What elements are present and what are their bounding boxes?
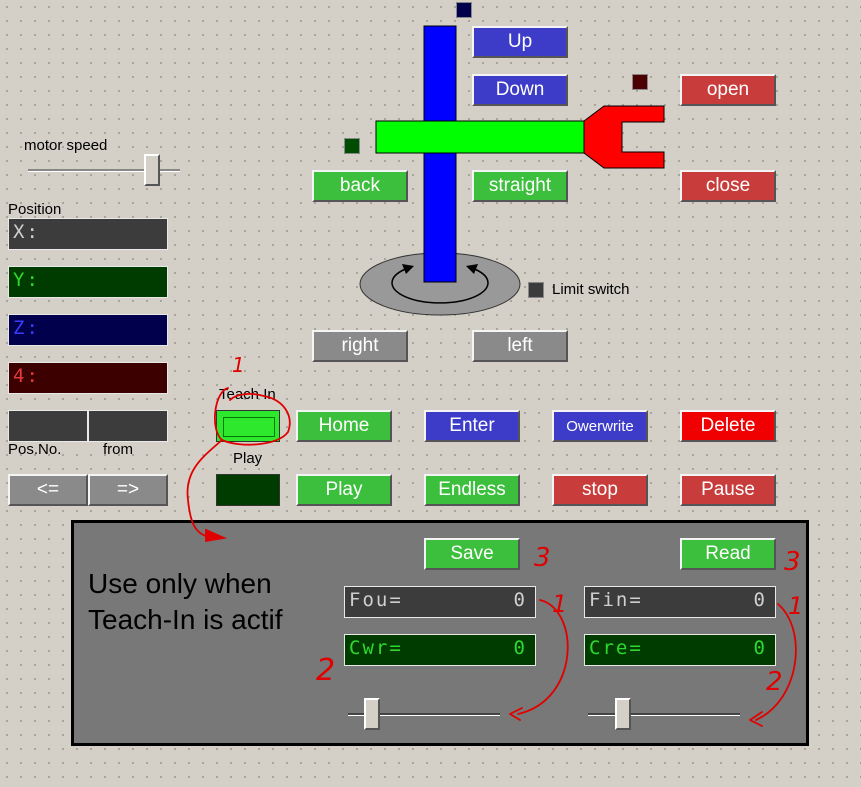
straight-button[interactable]: straight xyxy=(472,170,568,202)
open-gripper-button[interactable]: open xyxy=(680,74,776,106)
fin-value: 0 xyxy=(753,589,767,611)
from-display xyxy=(88,410,168,442)
right-slider-track[interactable] xyxy=(588,713,740,716)
read-button[interactable]: Read xyxy=(680,538,776,570)
panel-note-line1: Use only when xyxy=(88,568,272,599)
teach-in-label: Teach In xyxy=(219,386,276,403)
position-title: Position xyxy=(8,201,62,218)
fin-label: Fin= xyxy=(589,589,643,611)
up-button[interactable]: Up xyxy=(472,26,568,58)
enter-button[interactable]: Enter xyxy=(424,410,520,442)
save-button[interactable]: Save xyxy=(424,538,520,570)
previous-position-button[interactable]: <= xyxy=(8,474,88,506)
arm-led xyxy=(344,138,360,154)
y-position-display: Y: xyxy=(8,266,168,298)
vertical-arm xyxy=(423,25,457,283)
up-limit-led xyxy=(456,2,472,18)
cre-value: 0 xyxy=(753,637,767,659)
home-button[interactable]: Home xyxy=(296,410,392,442)
gripper-jaw xyxy=(583,105,665,169)
cwr-value: 0 xyxy=(513,637,527,659)
next-position-button[interactable]: => xyxy=(88,474,168,506)
panel-note-line2: Teach-In is actif xyxy=(88,604,283,635)
from-label: from xyxy=(103,441,133,458)
play-button[interactable]: Play xyxy=(296,474,392,506)
axis4-position-display: 4: xyxy=(8,362,168,394)
close-gripper-button[interactable]: close xyxy=(680,170,776,202)
panel-note: Use only when Teach-In is actif xyxy=(88,566,283,638)
rotate-right-button[interactable]: right xyxy=(312,330,408,362)
overwrite-button[interactable]: Owerwrite xyxy=(552,410,648,442)
endless-button[interactable]: Endless xyxy=(424,474,520,506)
cre-label: Cre= xyxy=(589,637,643,659)
limit-switch-label: Limit switch xyxy=(552,281,630,298)
cwr-label: Cwr= xyxy=(349,637,403,659)
x-position-display: X: xyxy=(8,218,168,250)
delete-button[interactable]: Delete xyxy=(680,410,776,442)
play-led[interactable] xyxy=(216,474,280,506)
z-position-display: Z: xyxy=(8,314,168,346)
back-button[interactable]: back xyxy=(312,170,408,202)
cre-display: Cre= 0 xyxy=(584,634,776,666)
pos-no-display xyxy=(8,410,88,442)
teach-in-led-inner xyxy=(223,417,275,437)
teach-in-led[interactable] xyxy=(216,410,280,442)
fou-display: Fou= 0 xyxy=(344,586,536,618)
fin-display: Fin= 0 xyxy=(584,586,776,618)
cwr-display: Cwr= 0 xyxy=(344,634,536,666)
fou-label: Fou= xyxy=(349,589,403,611)
right-slider-thumb[interactable] xyxy=(615,698,632,730)
gripper-led xyxy=(632,74,648,90)
pos-no-label: Pos.No. xyxy=(8,441,62,458)
stop-button[interactable]: stop xyxy=(552,474,648,506)
horizontal-arm xyxy=(375,120,585,154)
pause-button[interactable]: Pause xyxy=(680,474,776,506)
motor-speed-slider-thumb[interactable] xyxy=(143,154,160,186)
left-slider-thumb[interactable] xyxy=(364,698,381,730)
down-button[interactable]: Down xyxy=(472,74,568,106)
motor-speed-label: motor speed xyxy=(24,137,108,154)
fou-value: 0 xyxy=(513,589,527,611)
rotate-left-button[interactable]: left xyxy=(472,330,568,362)
limit-switch-led xyxy=(528,282,544,298)
play-mode-label: Play xyxy=(233,450,263,467)
